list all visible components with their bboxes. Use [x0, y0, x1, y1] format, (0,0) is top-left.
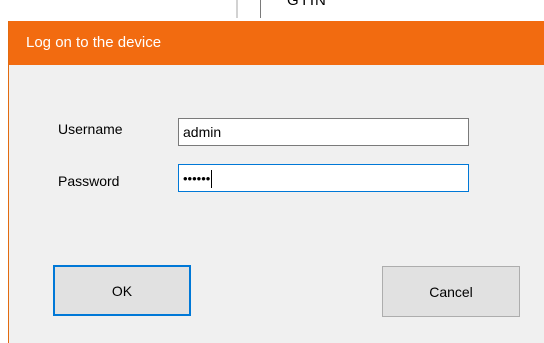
- background-column-divider: [236, 0, 238, 18]
- username-label: Username: [58, 121, 123, 137]
- logon-dialog: Log on to the device Username admin Pass…: [8, 21, 544, 343]
- password-masked-value: ••••••: [183, 171, 211, 186]
- background-column-divider: [260, 0, 261, 18]
- background-column-header: GTIN: [287, 0, 327, 9]
- password-field[interactable]: ••••••: [178, 164, 469, 192]
- ok-button[interactable]: OK: [53, 265, 191, 316]
- dialog-title-bar[interactable]: Log on to the device: [9, 21, 544, 65]
- dialog-title: Log on to the device: [26, 34, 162, 51]
- screen: GTIN Log on to the device Username admin…: [0, 0, 544, 343]
- cancel-button[interactable]: Cancel: [382, 266, 520, 317]
- password-label: Password: [58, 173, 120, 189]
- text-caret: [211, 170, 213, 189]
- username-field[interactable]: admin: [178, 118, 469, 146]
- username-value: admin: [183, 124, 222, 140]
